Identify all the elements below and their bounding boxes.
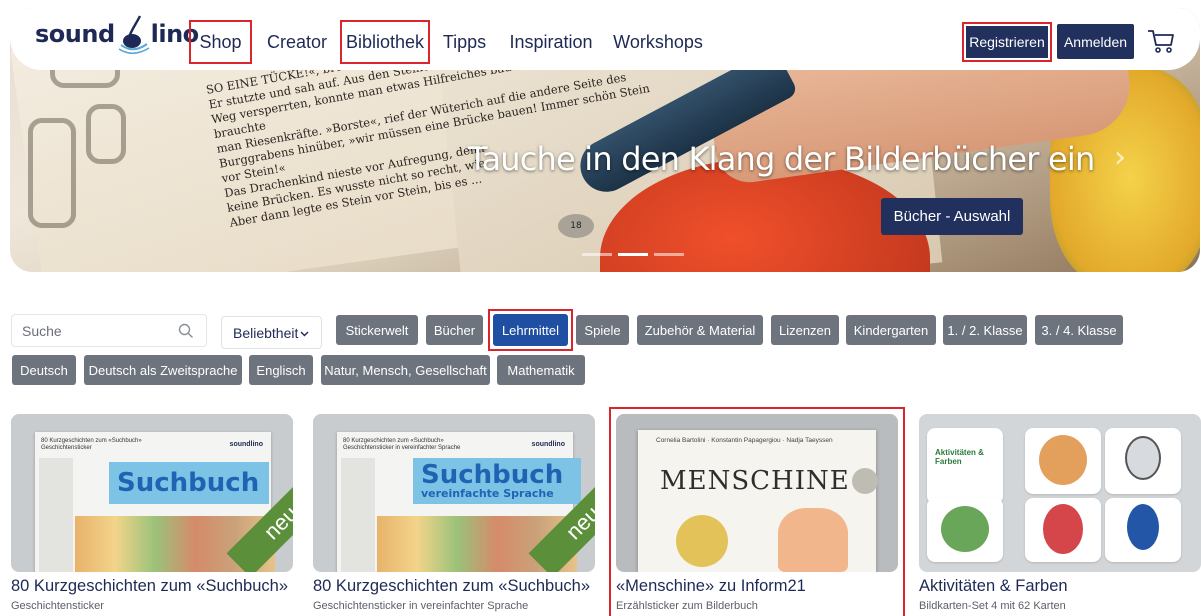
search-icon[interactable] xyxy=(178,323,194,339)
box-title: Aktivitäten & Farben xyxy=(935,448,984,466)
filter-chip-lizenzen[interactable]: Lizenzen xyxy=(771,315,839,345)
book-illustration xyxy=(778,508,848,572)
product-subtitle: Bildkarten-Set 4 mit 62 Karten xyxy=(919,600,1066,612)
nav-bibliothek[interactable]: Bibliothek xyxy=(340,20,430,64)
chevron-down-icon xyxy=(300,331,309,337)
filter-chip-kindergarten[interactable]: Kindergarten xyxy=(846,315,936,345)
product-image: Cornelia Bartolini · Konstantin Papagerg… xyxy=(616,414,898,572)
logo[interactable]: sound lino xyxy=(35,14,199,54)
sheet-heading: 80 Kurzgeschichten zum «Suchbuch» Geschi… xyxy=(41,438,142,451)
nav-tipps[interactable]: Tipps xyxy=(442,20,487,64)
filter-chip-nmg[interactable]: Natur, Mensch, Gesellschaft xyxy=(321,355,490,385)
search-box xyxy=(11,314,207,347)
nav-creator[interactable]: Creator xyxy=(262,20,332,64)
picture-card xyxy=(1105,428,1181,494)
picture-card xyxy=(927,498,1003,562)
filter-chip-zubehoer[interactable]: Zubehör & Material xyxy=(637,315,763,345)
login-button[interactable]: Anmelden xyxy=(1057,24,1134,59)
register-button[interactable]: Registrieren xyxy=(962,22,1052,62)
filter-chip-stickerwelt[interactable]: Stickerwelt xyxy=(336,315,418,345)
hero-page-number: 18 xyxy=(558,214,594,238)
logo-text-left: sound xyxy=(35,20,115,48)
slide-dot-1[interactable] xyxy=(582,253,612,256)
filter-chip-deutsch[interactable]: Deutsch xyxy=(12,355,76,385)
product-image: 80 Kurzgeschichten zum «Suchbuch» Geschi… xyxy=(313,414,595,572)
filter-chip-klasse-3-4[interactable]: 3. / 4. Klasse xyxy=(1035,315,1123,345)
filter-chip-englisch[interactable]: Englisch xyxy=(249,355,313,385)
sheet-heading: 80 Kurzgeschichten zum «Suchbuch» Geschi… xyxy=(343,438,461,451)
filter-chip-klasse-1-2[interactable]: 1. / 2. Klasse xyxy=(943,315,1027,345)
product-image: 80 Kurzgeschichten zum «Suchbuch» Geschi… xyxy=(11,414,293,572)
sheet-sticker-grid xyxy=(39,458,73,572)
product-title[interactable]: «Menschine» zu Inform21 xyxy=(616,577,806,596)
product-banner: Suchbuch vereinfachte Sprache xyxy=(413,458,581,504)
filter-chip-buecher[interactable]: Bücher xyxy=(426,315,483,345)
picture-card xyxy=(1105,498,1181,562)
nav-workshops[interactable]: Workshops xyxy=(613,20,703,64)
hero-title: Tauche in den Klang der Bilderbücher ein xyxy=(468,140,1095,178)
product-subtitle: Geschichtensticker xyxy=(11,600,104,612)
nav-shop[interactable]: Shop xyxy=(189,20,252,64)
search-input[interactable] xyxy=(12,315,172,346)
sheet-brand: soundlino xyxy=(531,441,565,448)
nav-inspiration[interactable]: Inspiration xyxy=(509,20,592,64)
product-image: Aktivitäten & Farben xyxy=(919,414,1201,572)
register-button-label: Registrieren xyxy=(966,26,1048,58)
slide-dot-3[interactable] xyxy=(654,253,684,256)
book-authors: Cornelia Bartolini · Konstantin Papagerg… xyxy=(656,437,833,444)
sort-select-value: Beliebtheit xyxy=(233,324,299,341)
soundlino-sticker xyxy=(676,515,728,567)
cart-icon[interactable] xyxy=(1147,27,1175,55)
book-title: MENSCHINE xyxy=(660,466,850,496)
soundlino-logo-icon xyxy=(118,15,150,54)
picture-card xyxy=(1025,428,1101,494)
sort-select[interactable]: Beliebtheit xyxy=(221,316,322,349)
slide-dot-2[interactable] xyxy=(618,253,648,256)
hero-slide-indicators xyxy=(582,253,684,256)
filter-chip-highlight: Lehrmittel xyxy=(488,309,573,351)
product-title[interactable]: 80 Kurzgeschichten zum «Suchbuch» xyxy=(11,577,288,596)
book-cover: Cornelia Bartolini · Konstantin Papagerg… xyxy=(638,430,878,572)
product-banner: Suchbuch xyxy=(109,462,269,504)
chevron-right-icon[interactable]: › xyxy=(1114,140,1126,175)
filter-chip-mathematik[interactable]: Mathematik xyxy=(497,355,585,385)
picture-card xyxy=(1025,498,1101,562)
product-title[interactable]: 80 Kurzgeschichten zum «Suchbuch» xyxy=(313,577,590,596)
hero-books-button[interactable]: Bücher - Auswahl xyxy=(881,198,1023,235)
sheet-sticker-grid xyxy=(341,458,375,572)
card-box: Aktivitäten & Farben xyxy=(927,428,1003,504)
product-subtitle: Erzählsticker zum Bilderbuch xyxy=(616,600,758,612)
product-subtitle: Geschichtensticker in vereinfachter Spra… xyxy=(313,600,529,612)
filter-chip-spiele[interactable]: Spiele xyxy=(576,315,629,345)
sheet-brand: soundlino xyxy=(229,441,263,448)
filter-chip-lehrmittel[interactable]: Lehrmittel xyxy=(493,314,568,346)
power-icon xyxy=(852,468,878,494)
filter-chip-daz[interactable]: Deutsch als Zweitsprache xyxy=(84,355,242,385)
product-title[interactable]: Aktivitäten & Farben xyxy=(919,577,1068,596)
